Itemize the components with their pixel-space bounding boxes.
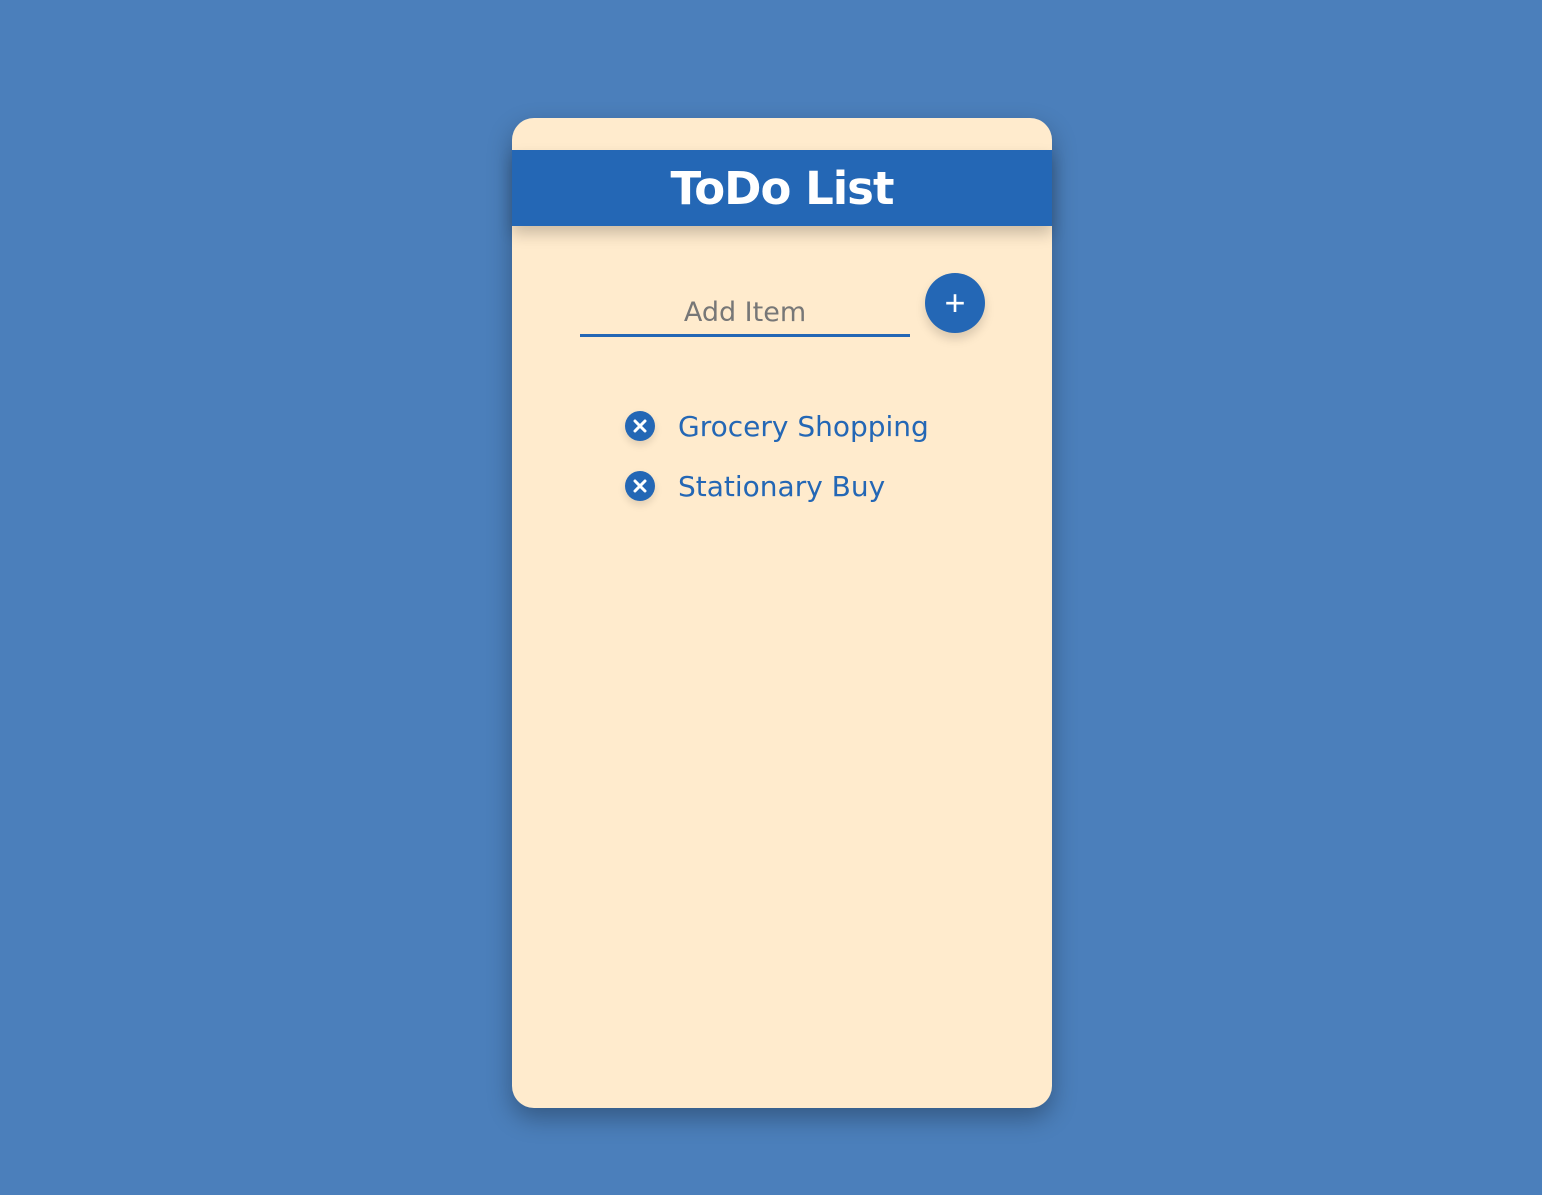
delete-item-icon[interactable] bbox=[625, 411, 655, 441]
list-item: Grocery Shopping bbox=[625, 396, 929, 456]
todo-list: Grocery Shopping Stationary Buy bbox=[625, 396, 929, 516]
header: ToDo List bbox=[512, 150, 1052, 226]
add-item-input[interactable] bbox=[580, 290, 910, 337]
list-item: Stationary Buy bbox=[625, 456, 929, 516]
todo-card: ToDo List + Grocery Shopping Stationary … bbox=[512, 118, 1052, 1108]
add-item-button[interactable]: + bbox=[925, 273, 985, 333]
list-item-text: Grocery Shopping bbox=[678, 409, 929, 443]
page-title: ToDo List bbox=[670, 161, 895, 215]
delete-item-icon[interactable] bbox=[625, 471, 655, 501]
list-item-text: Stationary Buy bbox=[678, 469, 886, 503]
